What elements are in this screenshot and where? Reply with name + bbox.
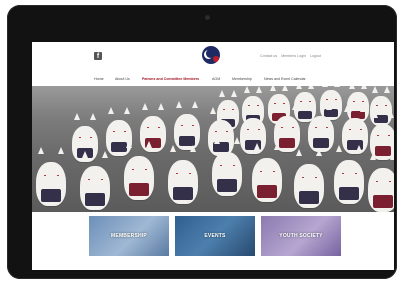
fox-statue <box>124 140 154 200</box>
fox-statue <box>252 142 282 202</box>
fox-statue <box>368 152 394 212</box>
society-logo-icon[interactable] <box>202 46 220 64</box>
fox-statue <box>294 148 324 208</box>
contact-us-link[interactable]: Contact us <box>260 54 277 58</box>
fox-statue <box>208 107 234 156</box>
fox-statue <box>80 150 110 210</box>
events-card-label: EVENTS <box>204 233 226 239</box>
main-nav: Home About Us Patrons and Committee Memb… <box>32 75 394 85</box>
fox-statue <box>334 144 364 204</box>
top-links: Contact us Members Login Logout <box>260 54 324 58</box>
fox-statue <box>168 144 198 204</box>
facebook-icon[interactable]: f <box>94 52 102 60</box>
hero-image <box>32 86 394 212</box>
youth-society-card[interactable]: YOUTH SOCIETY <box>261 216 341 256</box>
fox-statue <box>240 105 266 154</box>
feature-cards: MEMBERSHIP EVENTS YOUTH SOCIETY <box>32 214 394 270</box>
nav-item-home[interactable]: Home <box>94 77 104 81</box>
fox-statue <box>212 136 242 196</box>
site-header: f Contact us Members Login Logout <box>32 42 394 74</box>
events-card[interactable]: EVENTS <box>175 216 255 256</box>
logout-link[interactable]: Logout <box>310 54 321 58</box>
nav-item-membership[interactable]: Membership <box>232 77 252 81</box>
nav-item-about[interactable]: About Us <box>115 77 130 81</box>
camera-dot <box>205 15 210 20</box>
youth-society-card-label: YOUTH SOCIETY <box>279 233 323 239</box>
members-login-link[interactable]: Members Login <box>281 54 306 58</box>
nav-item-agm[interactable]: AGM <box>212 77 220 81</box>
nav-item-news[interactable]: News and Event Calendar <box>264 77 306 81</box>
fox-statue <box>36 146 66 206</box>
membership-card-label: MEMBERSHIP <box>111 233 147 239</box>
membership-card[interactable]: MEMBERSHIP <box>89 216 169 256</box>
fox-statue <box>174 101 200 150</box>
website-screen: f Contact us Members Login Logout Home A… <box>32 42 394 270</box>
nav-item-patrons[interactable]: Patrons and Committee Members <box>142 77 199 81</box>
fox-statue <box>106 107 132 156</box>
fox-statue <box>140 103 166 152</box>
red-sun-icon <box>213 56 219 62</box>
tablet-frame: f Contact us Members Login Logout Home A… <box>7 5 397 279</box>
fox-statue <box>308 103 334 152</box>
